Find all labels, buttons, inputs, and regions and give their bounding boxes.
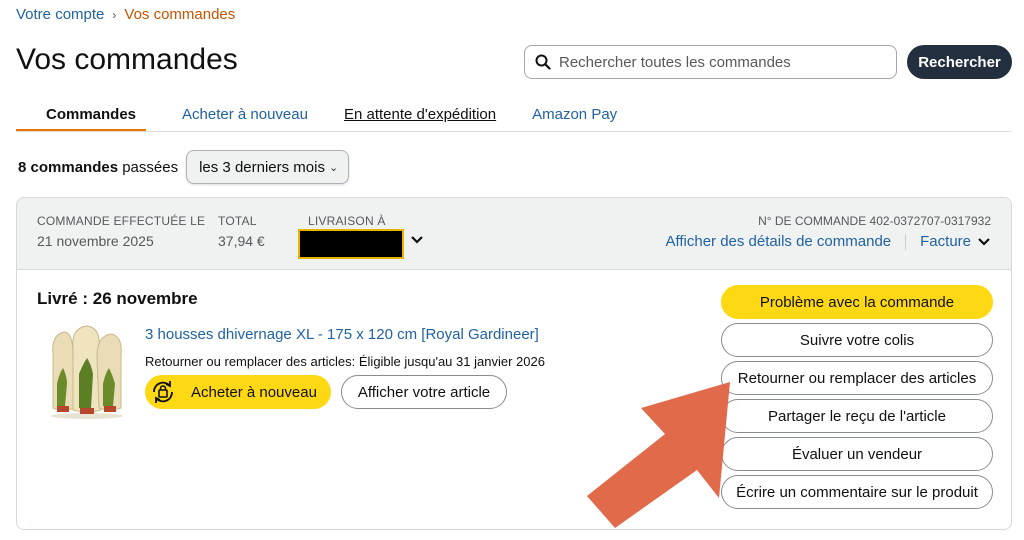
filter-row: 8 commandes passées les 3 derniers mois … <box>18 150 350 184</box>
breadcrumb-account-link[interactable]: Votre compte <box>16 6 104 23</box>
order-count-value: 8 commandes <box>18 158 119 176</box>
order-total-label: TOTAL <box>218 214 257 228</box>
product-title-link[interactable]: 3 housses dhivernage XL - 175 x 120 cm [… <box>145 326 539 343</box>
order-count-suffix: passées <box>118 158 179 176</box>
ship-to-col: LIVRAISON À <box>298 214 424 264</box>
search-box[interactable] <box>524 45 897 79</box>
breadcrumb: Votre compte › Vos commandes <box>16 6 235 23</box>
search-button[interactable]: Rechercher <box>907 45 1012 79</box>
search-input[interactable] <box>559 53 879 71</box>
rate-seller-button[interactable]: Évaluer un vendeur <box>721 437 993 471</box>
chevron-down-icon: ⌄ <box>328 161 339 174</box>
divider <box>905 233 907 250</box>
buy-again-label: Acheter à nouveau <box>191 383 317 401</box>
buy-again-button[interactable]: Acheter à nouveau <box>145 375 331 409</box>
search-icon <box>535 54 551 70</box>
chevron-down-icon <box>411 236 423 244</box>
view-item-button[interactable]: Afficher votre article <box>341 375 507 409</box>
ship-to-label: LIVRAISON À <box>308 214 386 228</box>
order-tabs: Commandes Acheter à nouveau En attente d… <box>16 98 1012 132</box>
page-title: Vos commandes <box>16 43 238 76</box>
return-replace-button[interactable]: Retourner ou remplacer des articles <box>721 361 993 395</box>
order-date-value: 21 novembre 2025 <box>37 233 154 249</box>
tab-orders[interactable]: Commandes <box>16 98 147 131</box>
share-receipt-button[interactable]: Partager le reçu de l'article <box>721 399 993 433</box>
product-image[interactable] <box>47 324 127 420</box>
period-dropdown-value: les 3 derniers mois <box>199 158 325 176</box>
order-date-label: COMMANDE EFFECTUÉE LE <box>37 214 206 228</box>
order-header: COMMANDE EFFECTUÉE LE 21 novembre 2025 T… <box>17 198 1011 270</box>
order-problem-button[interactable]: Problème avec la commande <box>721 285 993 319</box>
tab-pending-shipment[interactable]: En attente d'expédition <box>344 98 496 131</box>
tab-buy-again[interactable]: Acheter à nouveau <box>182 98 308 131</box>
breadcrumb-current: Vos commandes <box>124 6 236 23</box>
order-count: 8 commandes passées <box>18 159 178 176</box>
invoice-link[interactable]: Facture <box>920 233 971 250</box>
breadcrumb-chevron-icon: › <box>112 7 117 22</box>
ship-to-recipient[interactable] <box>298 228 424 264</box>
write-review-button[interactable]: Écrire un commentaire sur le produit <box>721 475 993 509</box>
order-number: N° DE COMMANDE 402-0372707-0317932 <box>758 214 991 228</box>
order-details-link[interactable]: Afficher des détails de commande <box>665 233 891 250</box>
buy-again-icon <box>153 381 173 403</box>
chevron-down-icon[interactable] <box>977 237 991 247</box>
order-date-col: COMMANDE EFFECTUÉE LE 21 novembre 2025 <box>37 214 205 249</box>
delivery-status: Livré : 26 novembre <box>37 289 198 308</box>
tab-amazon-pay[interactable]: Amazon Pay <box>532 98 617 131</box>
recipient-redacted <box>298 229 404 259</box>
order-actions: Problème avec la commande Suivre votre c… <box>721 285 993 513</box>
return-eligibility: Retourner ou remplacer des articles: Éli… <box>145 354 545 369</box>
header-links: Afficher des détails de commande Facture <box>665 233 991 250</box>
track-package-button[interactable]: Suivre votre colis <box>721 323 993 357</box>
period-dropdown[interactable]: les 3 derniers mois ⌄ <box>186 150 350 184</box>
order-total-col: TOTAL 37,94 € <box>218 214 265 249</box>
order-card: COMMANDE EFFECTUÉE LE 21 novembre 2025 T… <box>16 197 1012 530</box>
order-total-value: 37,94 € <box>218 233 265 249</box>
